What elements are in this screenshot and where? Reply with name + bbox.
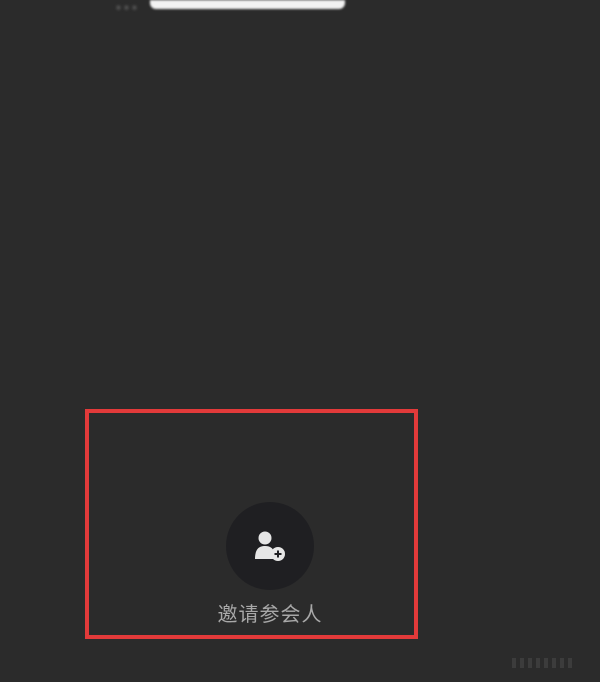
watermark — [512, 658, 572, 668]
invite-participant-button[interactable] — [226, 502, 314, 590]
redaction-mark — [150, 0, 345, 9]
invite-participant-label: 邀请参会人 — [217, 602, 323, 626]
add-person-icon — [255, 531, 285, 561]
top-title: ... — [115, 0, 139, 15]
